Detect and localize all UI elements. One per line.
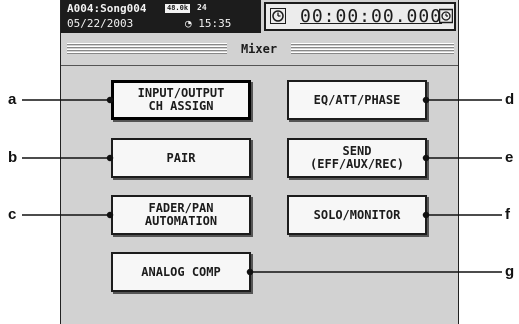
callout-dot-g [246,268,254,276]
callout-dot-d [422,96,430,104]
callout-dot-f [422,211,430,219]
callout-dot-c [106,211,114,219]
callout-dot-b [106,154,114,162]
callout-dot-a [106,96,114,104]
callout-dot-e [422,154,430,162]
callout-lines [22,96,502,276]
